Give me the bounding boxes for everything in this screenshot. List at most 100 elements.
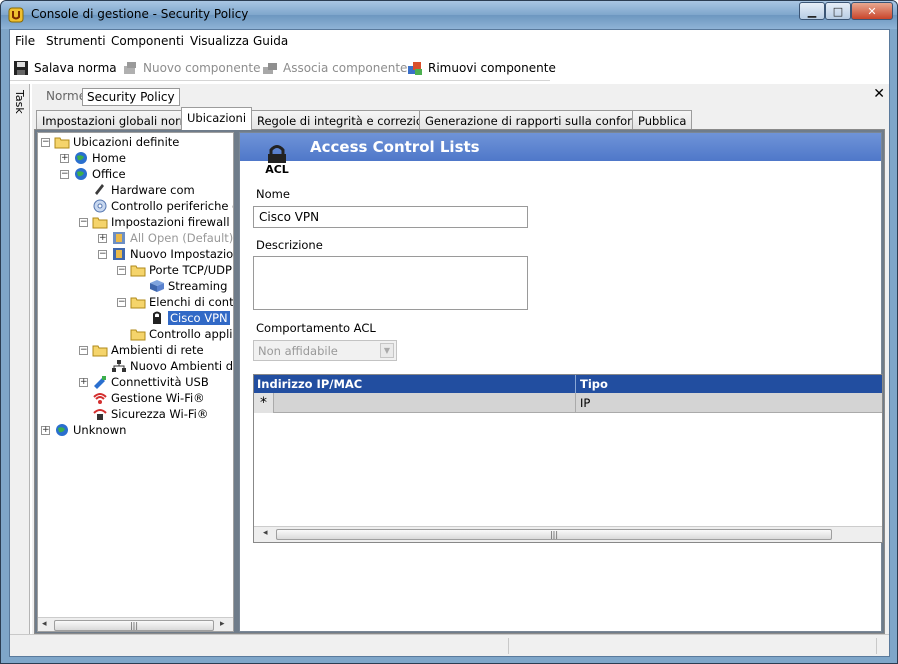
expand-icon[interactable]: + (79, 377, 88, 387)
tab-security-policy[interactable]: Security Policy (82, 88, 180, 106)
menu-visualizza[interactable]: Visualizza (190, 34, 249, 48)
globe-icon (56, 424, 68, 436)
column-divider[interactable] (575, 375, 576, 393)
new-component-label: Nuovo componente (143, 61, 261, 75)
new-component-button[interactable]: Nuovo componente (122, 60, 260, 76)
collapse-icon[interactable]: − (117, 297, 126, 307)
tree-label: Controllo periferiche di (111, 199, 234, 213)
scroll-right-icon[interactable]: ▸ (220, 619, 225, 629)
tab-integrity-rules[interactable]: Regole di integrità e correzione (251, 110, 444, 130)
tab-global-settings[interactable]: Impostazioni globali norme (36, 110, 204, 130)
collapse-icon[interactable]: − (79, 217, 88, 227)
column-address[interactable]: Indirizzo IP/MAC (257, 377, 362, 391)
tree-label: Gestione Wi-Fi® (111, 391, 205, 405)
scroll-thumb[interactable]: ||| (54, 620, 214, 631)
tree-label: Elenchi di contr (149, 295, 234, 309)
locations-panel: − Ubicazioni definite + Home − Office Hardw… (34, 129, 885, 634)
description-field[interactable] (253, 256, 528, 310)
tree-node[interactable]: + Home (60, 150, 126, 166)
tree-node[interactable]: − Porte TCP/UDP (117, 262, 232, 278)
acl-detail-panel: Access Control Lists ACL Nome Cisco VPN … (239, 132, 883, 632)
column-type[interactable]: Tipo (580, 377, 608, 391)
tree-label: Home (92, 151, 126, 165)
wifi-icon (93, 393, 107, 404)
menu-guida[interactable]: Guida (253, 34, 288, 48)
tree-node[interactable]: − Office (60, 166, 126, 182)
expand-icon[interactable]: + (98, 233, 107, 243)
grid-horizontal-scrollbar[interactable]: ◂ ||| (254, 526, 882, 542)
tree-node[interactable]: + All Open (Default) (98, 230, 233, 246)
locations-tree[interactable]: − Ubicazioni definite + Home − Office Hardw… (37, 132, 234, 632)
cell-type[interactable]: IP (580, 396, 590, 410)
streaming-icon (150, 280, 164, 292)
collapse-icon[interactable]: − (79, 345, 88, 355)
banner-title: Access Control Lists (310, 138, 480, 156)
new-component-icon (124, 62, 136, 74)
tree-node[interactable]: Controllo periferiche di (92, 198, 234, 214)
tree-horizontal-scrollbar[interactable]: ◂ ||| ▸ (38, 617, 233, 631)
tree-node[interactable]: − Ubicazioni definite (41, 134, 179, 150)
scroll-left-icon[interactable]: ◂ (42, 619, 47, 629)
collapse-icon[interactable]: − (41, 137, 50, 147)
disc-icon (93, 199, 107, 213)
minimize-button[interactable]: ▁ (799, 2, 825, 20)
tab-publish[interactable]: Pubblica (632, 110, 693, 130)
tree-node[interactable]: − Impostazioni firewall (79, 214, 230, 230)
tree-label: Sicurezza Wi-Fi® (111, 407, 209, 421)
globe-icon (75, 168, 87, 180)
tree-node[interactable]: − Ambienti di rete (79, 342, 204, 358)
client-area: File Strumenti Componenti Visualizza Gui… (9, 29, 890, 657)
menu-file[interactable]: File (15, 34, 35, 48)
expand-icon[interactable]: + (60, 153, 69, 163)
tree-label: Streaming (168, 279, 228, 293)
tree-node[interactable]: + Connettività USB (79, 374, 209, 390)
menu-componenti[interactable]: Componenti (111, 34, 184, 48)
acl-entries-grid[interactable]: Indirizzo IP/MAC Tipo * IP ◂ ||| (253, 374, 883, 543)
menu-strumenti[interactable]: Strumenti (46, 34, 106, 48)
acl-behavior-select[interactable]: Non affidabile ▼ (253, 340, 397, 361)
acl-icon-text: ACL (265, 163, 289, 175)
tree-node[interactable]: − Elenchi di contr (117, 294, 234, 310)
network-icon (112, 360, 126, 372)
tree-node[interactable]: Hardware com (92, 182, 195, 198)
folder-icon (92, 345, 108, 357)
tree-node-selected[interactable]: Cisco VPN (149, 310, 230, 326)
expand-icon[interactable]: + (41, 425, 50, 435)
maximize-icon: □ (832, 4, 844, 18)
tree-node[interactable]: + Unknown (41, 422, 126, 438)
acl-icon: ACL (265, 145, 289, 175)
name-label: Nome (256, 187, 290, 201)
associate-icon (263, 63, 277, 74)
table-row[interactable]: * IP (254, 393, 882, 413)
collapse-icon[interactable]: − (98, 249, 107, 259)
save-policy-button[interactable]: Salava norma (13, 60, 117, 76)
tree-node[interactable]: Controllo applic (130, 326, 233, 342)
collapse-icon[interactable]: − (60, 169, 69, 179)
remove-component-button[interactable]: Rimuovi componente (407, 60, 556, 76)
tree-node[interactable]: Nuovo Ambienti di r (111, 358, 233, 374)
collapse-icon[interactable]: − (117, 265, 126, 275)
maximize-button[interactable]: □ (825, 2, 851, 20)
title-bar[interactable]: Console di gestione - Security Policy ▁ … (1, 1, 897, 29)
save-icon (14, 61, 28, 75)
scroll-left-icon[interactable]: ◂ (263, 528, 268, 538)
tree-node[interactable]: Gestione Wi-Fi® (92, 390, 205, 406)
close-window-button[interactable]: ✕ (851, 2, 893, 20)
tab-compliance-reporting[interactable]: Generazione di rapporti sulla conformità (419, 110, 664, 130)
tree-node[interactable]: − Nuovo Impostazioni (98, 246, 233, 262)
chevron-down-icon[interactable]: ▼ (380, 343, 394, 358)
status-divider (876, 638, 877, 654)
tree-node[interactable]: Sicurezza Wi-Fi® (92, 406, 208, 422)
tree-node[interactable]: Streaming (149, 278, 227, 294)
close-policy-icon[interactable]: ✕ (873, 86, 885, 102)
name-field[interactable]: Cisco VPN (253, 206, 528, 228)
task-strip[interactable]: Task (10, 84, 30, 656)
window-title: Console di gestione - Security Policy (31, 7, 249, 21)
folder-icon (130, 265, 146, 277)
acl-behavior-label: Comportamento ACL (256, 321, 376, 335)
tree-label: Office (92, 167, 126, 181)
associate-component-button[interactable]: Associa componente (262, 60, 407, 76)
tree-label: Impostazioni firewall (111, 215, 230, 229)
scroll-thumb[interactable]: ||| (276, 529, 832, 540)
tab-locations[interactable]: Ubicazioni (181, 107, 253, 130)
